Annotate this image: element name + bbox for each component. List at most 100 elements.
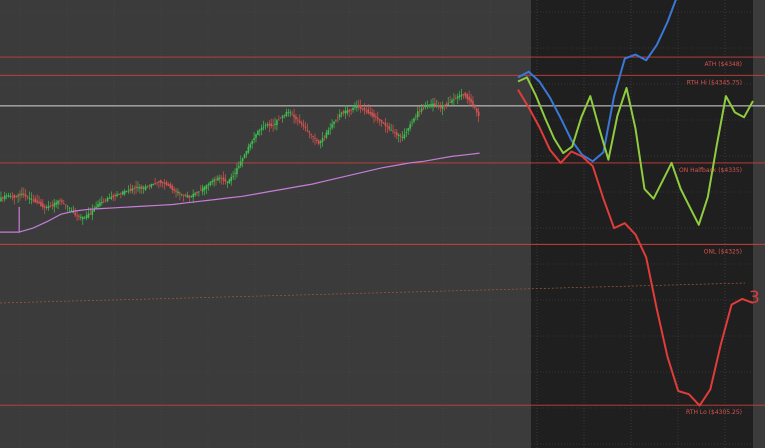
candle-body <box>3 195 6 200</box>
candle-body <box>380 119 383 123</box>
candle-body <box>222 177 225 181</box>
candle-body <box>382 122 385 124</box>
candle-body <box>443 105 446 107</box>
candle-body <box>331 124 333 128</box>
candle-body <box>116 194 118 197</box>
candle-body <box>297 119 299 121</box>
candle-body <box>445 104 448 106</box>
candle-body <box>171 185 174 190</box>
candle-body <box>298 120 301 123</box>
candle-body <box>258 129 261 131</box>
candle-body <box>287 111 290 113</box>
candle-body <box>415 116 417 118</box>
candle-body <box>53 203 56 207</box>
candle-body <box>57 200 59 205</box>
candle-body <box>451 100 453 103</box>
candle-body <box>278 119 280 121</box>
candle-body <box>154 183 156 184</box>
candle-body <box>238 166 240 168</box>
candle-body <box>112 195 115 198</box>
candle-body <box>55 202 57 205</box>
candle-body <box>346 110 349 113</box>
level-label: RTH Lo ($4305.25) <box>686 409 742 416</box>
candle-body <box>253 138 255 141</box>
candle-body <box>251 141 253 144</box>
candle-body <box>234 173 236 175</box>
candle-body <box>323 136 326 138</box>
candle-body <box>179 192 181 194</box>
candle-body <box>376 117 379 120</box>
candle-body <box>188 195 191 198</box>
candle-body <box>45 206 48 208</box>
candle-body <box>285 111 288 117</box>
candle-body <box>190 196 193 197</box>
candle-body <box>146 186 149 188</box>
candle-body <box>283 114 286 116</box>
candle-body <box>211 180 214 183</box>
candle-body <box>36 200 38 203</box>
candle-body <box>205 184 208 189</box>
candle-body <box>219 177 221 179</box>
candle-body <box>15 195 17 198</box>
candle-body <box>61 200 63 202</box>
candle-body <box>403 134 406 139</box>
candle-body <box>173 188 175 191</box>
candle-body <box>72 212 75 213</box>
candle-body <box>293 114 295 118</box>
candle-body <box>453 99 455 101</box>
candle-body <box>350 109 352 111</box>
candle-body <box>13 194 16 199</box>
candle-body <box>314 138 316 140</box>
candle-body <box>338 114 341 118</box>
candle-body <box>359 105 362 109</box>
candle-body <box>199 189 202 191</box>
price-chart: ATH ($4348) RTH Hi ($4345.75) ON Halfback … <box>0 0 765 448</box>
candle-body <box>373 113 375 118</box>
candle-body <box>163 182 166 184</box>
candle-body <box>177 191 179 194</box>
candle-body <box>352 108 354 111</box>
candle-body <box>363 107 366 111</box>
candle-body <box>47 205 50 209</box>
candle-body <box>327 130 330 135</box>
candle-body <box>447 103 450 105</box>
candle-body <box>30 198 33 200</box>
candle-body <box>266 124 269 126</box>
candle-body <box>416 111 419 118</box>
candle-body <box>182 194 185 196</box>
candle-body <box>220 178 223 179</box>
candle-body <box>133 188 135 189</box>
candle-body <box>209 181 212 186</box>
level-label: ONL ($4325) <box>704 248 742 255</box>
candle-body <box>42 203 44 208</box>
candle-body <box>78 215 80 217</box>
candle-body <box>413 118 415 122</box>
candle-body <box>24 194 27 197</box>
candle-body <box>7 195 10 197</box>
candle-body <box>160 180 162 184</box>
candle-body <box>418 111 421 113</box>
level-label: ON Halfback ($4335) <box>679 167 742 174</box>
candle-body <box>110 196 113 199</box>
candle-body <box>228 179 231 184</box>
candle-body <box>131 188 134 191</box>
candle-body <box>375 116 377 118</box>
candle-body <box>230 176 233 182</box>
candle-body <box>232 175 234 177</box>
candle-body <box>87 213 90 218</box>
candle-body <box>302 124 305 127</box>
candle-body <box>475 108 478 113</box>
candle-body <box>255 134 257 139</box>
candle-body <box>198 191 200 193</box>
candle-body <box>245 151 248 155</box>
candle-body <box>64 204 67 206</box>
candle-body <box>289 112 292 114</box>
candle-body <box>215 178 217 180</box>
candle-body <box>43 206 46 208</box>
candle-body <box>396 132 398 136</box>
candle-body <box>342 110 345 113</box>
candle-body <box>325 132 328 138</box>
candle-body <box>260 127 263 130</box>
candle-body <box>158 181 160 183</box>
candle-body <box>316 139 318 142</box>
